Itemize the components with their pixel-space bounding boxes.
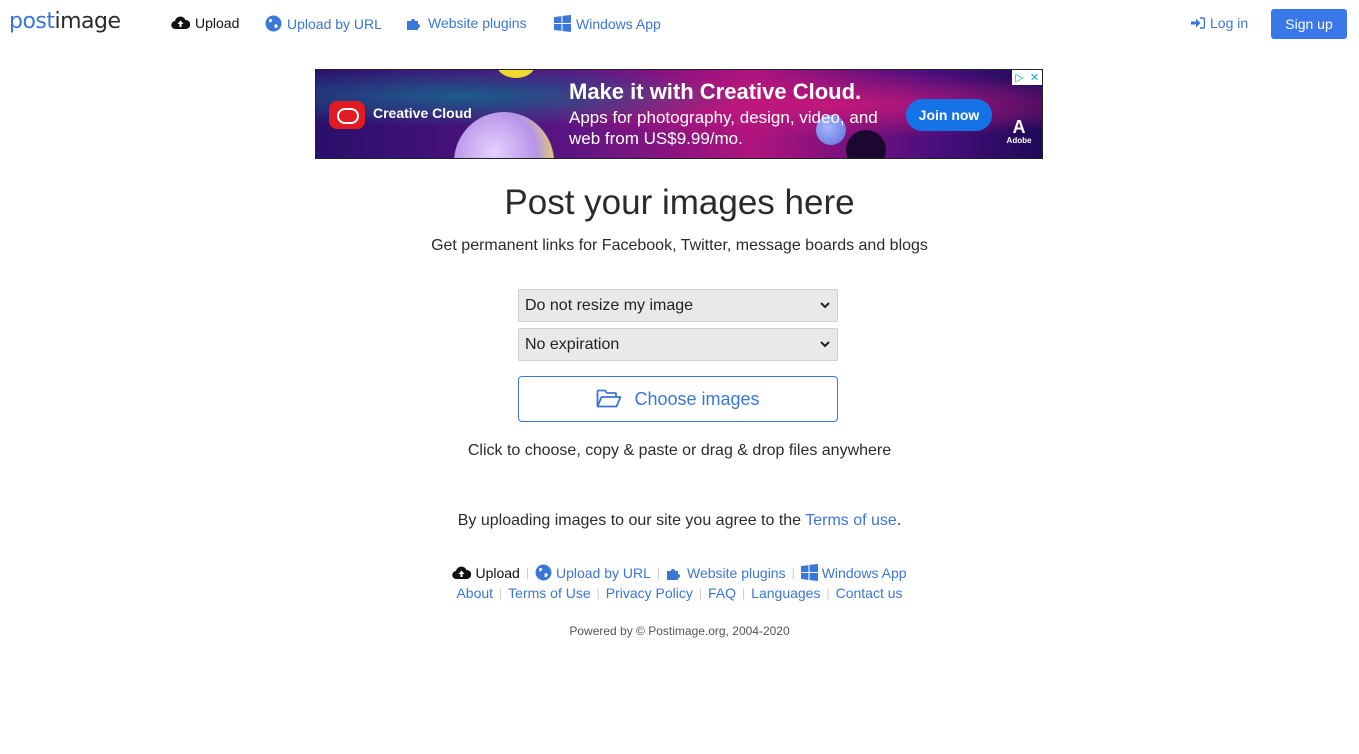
footer-website-plugins-link[interactable]: Website plugins xyxy=(666,565,786,581)
terms-agreement: By uploading images to our site you agre… xyxy=(0,512,1359,530)
resize-select[interactable]: Do not resize my image xyxy=(518,289,838,322)
terms-agreement-suffix: . xyxy=(896,512,902,529)
page-title: Post your images here xyxy=(504,183,855,222)
login-label: Log in xyxy=(1210,15,1249,31)
top-navbar: postimage Upload Upload by URL Website p… xyxy=(0,0,1359,48)
login-link[interactable]: Log in xyxy=(1191,15,1248,31)
footer-windows-app-link[interactable]: Windows App xyxy=(800,564,907,581)
terms-of-use-link[interactable]: Terms of use xyxy=(805,512,897,529)
chevron-down-icon xyxy=(820,341,830,348)
footer-nav-secondary: About | Terms of Use | Privacy Policy | … xyxy=(0,585,1359,601)
separator: | xyxy=(698,586,703,600)
adchoices-icon[interactable]: ▷ xyxy=(1012,70,1027,85)
expiration-select-value: No expiration xyxy=(525,335,620,353)
ad-headline: Make it with Creative Cloud. xyxy=(569,79,862,104)
puzzle-icon xyxy=(407,19,420,30)
signup-button[interactable]: Sign up xyxy=(1271,9,1347,39)
ad-subline: Apps for photography, design, video, and… xyxy=(569,108,878,148)
page-subtitle: Get permanent links for Facebook, Twitte… xyxy=(431,237,928,254)
expiration-select[interactable]: No expiration xyxy=(518,328,838,361)
footer-contact-link[interactable]: Contact us xyxy=(836,585,903,601)
adobe-logo-icon: A xyxy=(1012,117,1026,137)
footer-languages-link[interactable]: Languages xyxy=(751,585,820,601)
footer-windows-app-label: Windows App xyxy=(821,564,907,581)
nav-windows-app-label: Windows App xyxy=(576,15,661,32)
separator: | xyxy=(742,586,746,600)
creative-cloud-logo-icon xyxy=(329,101,365,129)
footer-privacy-link[interactable]: Privacy Policy xyxy=(606,585,693,601)
ad-banner[interactable]: Creative Cloud Make it with Creative Clo… xyxy=(315,69,1043,159)
chevron-down-icon xyxy=(820,302,830,309)
nav-windows-app[interactable]: Windows App xyxy=(554,15,661,32)
footer-about-link[interactable]: About xyxy=(456,585,493,601)
cloud-upload-icon xyxy=(452,566,472,579)
folder-open-icon xyxy=(597,389,622,408)
nav-upload-label: Upload xyxy=(195,15,240,31)
cloud-upload-icon xyxy=(171,16,190,30)
footer-nav-primary: Upload | Upload by URL | Website plugins… xyxy=(0,564,1359,581)
sign-in-icon xyxy=(1191,17,1205,29)
windows-icon xyxy=(554,15,571,32)
close-ad-icon[interactable]: ✕ xyxy=(1027,70,1042,85)
footer-faq-link[interactable]: FAQ xyxy=(708,585,736,601)
footer-upload-label: Upload xyxy=(475,564,520,581)
globe-icon xyxy=(265,15,282,32)
logo[interactable]: postimage xyxy=(9,9,121,34)
separator: | xyxy=(525,565,529,580)
nav-upload-by-url[interactable]: Upload by URL xyxy=(265,15,382,32)
separator: | xyxy=(499,586,503,600)
upload-hint: Click to choose, copy & paste or drag & … xyxy=(467,442,892,459)
footer-website-plugins-label: Website plugins xyxy=(687,564,786,581)
resize-select-value: Do not resize my image xyxy=(525,296,694,314)
nav-upload-by-url-label: Upload by URL xyxy=(287,15,382,32)
nav-website-plugins-label: Website plugins xyxy=(428,15,527,31)
logo-part-2: image xyxy=(54,9,122,34)
adobe-logo: A Adobe xyxy=(1005,118,1033,145)
nav-upload[interactable]: Upload xyxy=(171,15,239,31)
footer-upload-link[interactable]: Upload xyxy=(452,564,520,581)
separator: | xyxy=(826,586,830,600)
separator: | xyxy=(596,586,600,600)
adobe-label: Adobe xyxy=(1006,136,1032,145)
choose-images-label: Choose images xyxy=(634,388,760,409)
globe-icon xyxy=(535,564,552,581)
ad-choices: ▷ ✕ xyxy=(1012,70,1042,85)
choose-images-button[interactable]: Choose images xyxy=(518,376,838,422)
separator: | xyxy=(791,565,795,580)
powered-by: Powered by © Postimage.org, 2004-2020 xyxy=(569,624,790,638)
logo-part-1: post xyxy=(9,9,55,34)
footer-upload-by-url-label: Upload by URL xyxy=(555,564,651,581)
ad-join-now-button[interactable]: Join now xyxy=(906,99,992,131)
footer-terms-link[interactable]: Terms of Use xyxy=(508,585,590,601)
ad-decor-planet xyxy=(496,70,536,78)
windows-icon xyxy=(800,564,818,581)
nav-website-plugins[interactable]: Website plugins xyxy=(406,15,527,31)
terms-agreement-text: By uploading images to our site you agre… xyxy=(457,512,806,529)
puzzle-icon xyxy=(667,568,681,580)
separator: | xyxy=(656,565,661,580)
ad-brand: Creative Cloud xyxy=(373,105,472,121)
footer-upload-by-url-link[interactable]: Upload by URL xyxy=(535,564,651,581)
